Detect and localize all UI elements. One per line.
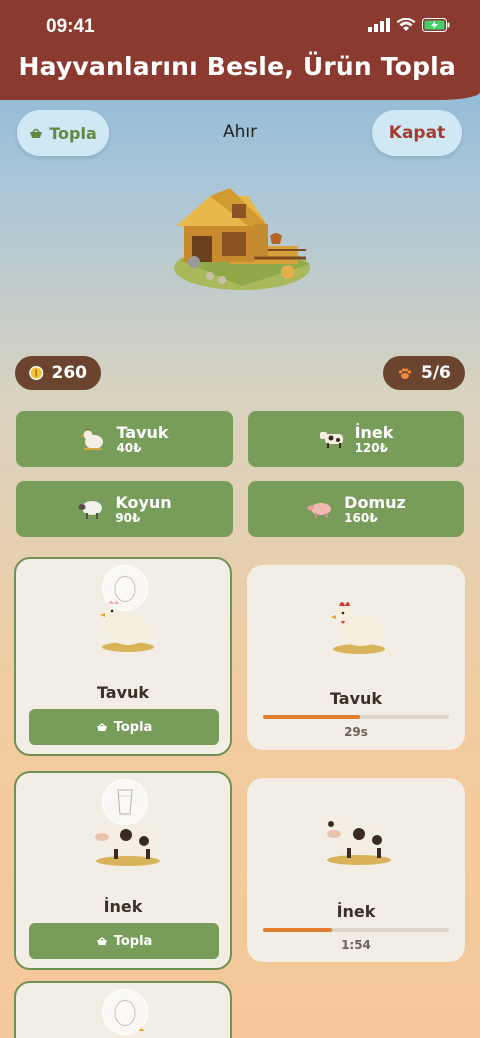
app-header: 09:41 Hayvanlarını Besle, Ürün Topla [0, 0, 480, 100]
product-bubble[interactable] [102, 779, 148, 825]
milk-icon [117, 789, 133, 815]
animal-card-chicken-growing[interactable]: Tavuk 29s [247, 565, 465, 750]
coins-value: 260 [51, 363, 88, 383]
paw-icon [398, 368, 412, 379]
close-button[interactable]: Kapat [372, 110, 462, 156]
sheep-icon [78, 501, 103, 519]
egg-icon [114, 576, 136, 602]
buy-chicken-button[interactable]: Tavuk 40₺ [16, 411, 233, 467]
wifi-icon [396, 18, 416, 31]
cow-icon [319, 432, 343, 448]
basket-icon [96, 723, 107, 732]
capacity-counter: 5/6 [383, 356, 465, 390]
animal-card-chicken-ready-2[interactable] [14, 981, 232, 1038]
coin-icon [29, 365, 44, 381]
growth-progress [263, 715, 449, 719]
animal-name: Tavuk [329, 689, 383, 708]
egg-icon [114, 1000, 136, 1026]
animal-name: Tavuk [96, 683, 150, 702]
basket-icon [96, 937, 107, 946]
shop-item-price: 160₺ [344, 510, 378, 525]
animal-card-cow-growing[interactable]: İnek 1:54 [247, 778, 465, 962]
signal-icon [368, 18, 390, 32]
shop-item-price: 90₺ [115, 510, 141, 525]
collect-button[interactable]: Topla [29, 923, 219, 959]
pig-icon [307, 503, 332, 518]
battery-icon [422, 18, 450, 32]
capacity-value: 5/6 [421, 363, 451, 383]
coins-counter: 260 [15, 356, 101, 390]
product-bubble[interactable] [102, 989, 148, 1035]
page-title: Hayvanlarını Besle, Ürün Topla [18, 52, 456, 81]
buy-sheep-button[interactable]: Koyun 90₺ [16, 481, 233, 537]
chicken-illustration [331, 602, 385, 654]
status-icons [368, 18, 450, 32]
shop-item-name: İnek [354, 422, 394, 442]
animal-name: İnek [103, 897, 143, 916]
product-bubble[interactable] [102, 565, 148, 611]
shop-item-price: 120₺ [354, 440, 388, 455]
animal-card-chicken-ready[interactable]: Tavuk Topla [14, 557, 232, 756]
shop-item-name: Koyun [115, 492, 172, 512]
growth-timer: 1:54 [341, 938, 371, 952]
chicken-icon [80, 428, 104, 450]
shop-item-name: Domuz [344, 492, 406, 512]
shop-item-price: 40₺ [116, 440, 142, 455]
status-time: 09:41 [46, 16, 95, 37]
animal-card-cow-ready[interactable]: İnek Topla [14, 771, 232, 970]
collect-label: Topla [113, 719, 153, 735]
growth-progress-fill [263, 715, 360, 719]
collect-button[interactable]: Topla [29, 709, 219, 745]
barn-illustration [174, 188, 310, 290]
buy-pig-button[interactable]: Domuz 160₺ [248, 481, 464, 537]
close-label: Kapat [388, 123, 446, 143]
growth-progress-fill [263, 928, 332, 932]
cow-illustration [325, 818, 391, 865]
buy-cow-button[interactable]: İnek 120₺ [248, 411, 464, 467]
collect-label: Topla [113, 933, 153, 949]
growth-timer: 29s [344, 725, 368, 739]
growth-progress [263, 928, 449, 932]
animal-name: İnek [336, 902, 376, 921]
shop-item-name: Tavuk [116, 422, 169, 442]
